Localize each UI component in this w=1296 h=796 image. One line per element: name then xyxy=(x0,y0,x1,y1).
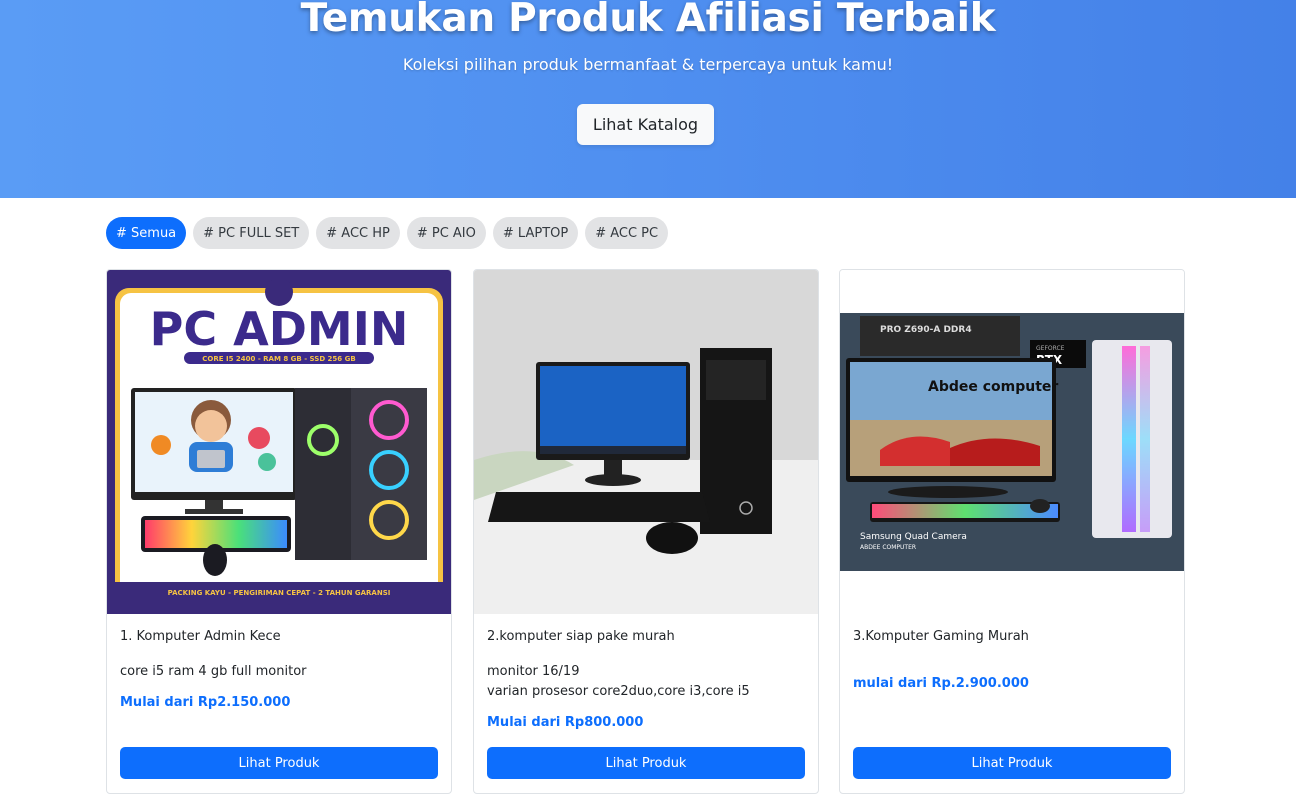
filter-chip-pc-aio[interactable]: # PC AIO xyxy=(406,217,486,249)
image-overlay: Abdee computer xyxy=(928,379,1058,395)
image-footer: PACKING KAYU - PENGIRIMAN CEPAT - 2 TAHU… xyxy=(168,589,391,597)
product-card: PC ADMIN CORE I5 2400 - RAM 8 GB - SSD 2… xyxy=(106,269,452,794)
product-name: 3.Komputer Gaming Murah xyxy=(853,629,1029,644)
filter-chip-laptop[interactable]: # LAPTOP xyxy=(492,217,579,249)
view-catalog-button[interactable]: Lihat Katalog xyxy=(577,104,714,145)
product-description-line: varian prosesor core2duo,core i3,core i5 xyxy=(487,684,750,699)
hero-subtitle: Koleksi pilihan produk bermanfaat & terp… xyxy=(402,55,894,74)
image-board-label: PRO Z690-A DDR4 xyxy=(880,325,972,335)
product-image-gaming-pc[interactable]: PRO Z690-A DDR4 GEFORCE RTX Abdee comput… xyxy=(840,270,1184,614)
image-camera-text: Samsung Quad Camera xyxy=(860,532,967,542)
filter-chip-acc-pc[interactable]: # ACC PC xyxy=(585,217,669,249)
product-description-line: monitor 16/19 xyxy=(487,664,580,679)
hero-banner: Temukan Produk Afiliasi Terbaik Koleksi … xyxy=(0,0,1296,198)
product-price: Mulai dari Rp800.000 xyxy=(487,715,644,730)
hero-title: Temukan Produk Afiliasi Terbaik xyxy=(300,0,996,41)
product-name: 1. Komputer Admin Kece xyxy=(120,629,281,644)
image-specs: CORE I5 2400 - RAM 8 GB - SSD 256 GB xyxy=(202,355,355,363)
product-description: monitor 16/19 varian prosesor core2duo,c… xyxy=(487,662,750,702)
product-description: core i5 ram 4 gb full monitor xyxy=(120,664,307,679)
product-card: PRO Z690-A DDR4 GEFORCE RTX Abdee comput… xyxy=(839,269,1185,794)
product-image-office-pc[interactable] xyxy=(474,270,818,614)
view-product-button[interactable]: Lihat Produk xyxy=(120,747,438,779)
product-price: Mulai dari Rp2.150.000 xyxy=(120,695,291,710)
image-heading: PC ADMIN xyxy=(150,302,409,356)
filter-chip-pc-full-set[interactable]: # PC FULL SET xyxy=(193,217,310,249)
image-camera-subtext: ABDEE COMPUTER xyxy=(860,544,916,551)
product-image-pc-admin[interactable]: PC ADMIN CORE I5 2400 - RAM 8 GB - SSD 2… xyxy=(107,270,451,614)
view-product-button[interactable]: Lihat Produk xyxy=(487,747,805,779)
view-product-button[interactable]: Lihat Produk xyxy=(853,747,1171,779)
product-name: 2.komputer siap pake murah xyxy=(487,629,675,644)
image-brand-box: GEFORCE xyxy=(1036,345,1065,352)
filter-chip-semua[interactable]: # Semua xyxy=(106,217,187,249)
filter-chip-acc-hp[interactable]: # ACC HP xyxy=(316,217,400,249)
category-filter-bar: # Semua # PC FULL SET # ACC HP # PC AIO … xyxy=(106,217,669,249)
product-card: 2.komputer siap pake murah monitor 16/19… xyxy=(473,269,819,794)
product-price: mulai dari Rp.2.900.000 xyxy=(853,676,1029,691)
